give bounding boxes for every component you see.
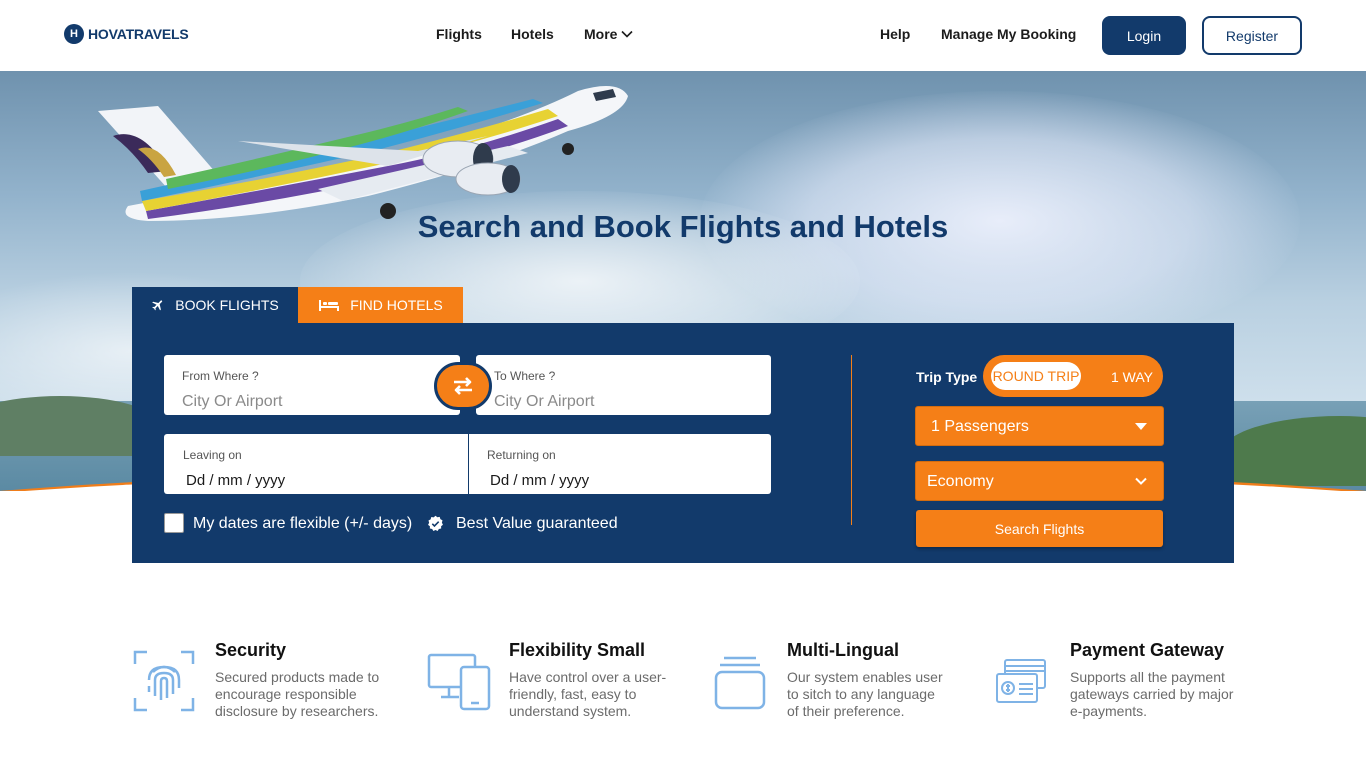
nav-more-label: More (584, 26, 618, 42)
feature-desc-line: Have control over a user- (509, 669, 667, 685)
feature-title: Multi-Lingual (787, 640, 899, 660)
to-where-label: To Where ? (494, 369, 556, 383)
tab-find-hotels[interactable]: FIND HOTELS (298, 287, 463, 323)
airplane-icon (152, 300, 163, 311)
feature-description: Secured products made to encourage respo… (215, 669, 379, 720)
tab-find-hotels-label: FIND HOTELS (350, 297, 443, 313)
cabin-class-select[interactable]: Economy (915, 461, 1164, 501)
flexible-dates-label: My dates are flexible (+/- days) (193, 515, 413, 532)
hero-title: Search and Book Flights and Hotels (417, 209, 949, 244)
feature-desc-line: e-payments. (1070, 703, 1148, 719)
feature-desc-line: encourage responsible (215, 686, 357, 702)
feature-multilingual: Multi-Lingual Our system enables user to… (787, 640, 943, 720)
flexible-dates-checkbox[interactable] (164, 513, 184, 533)
nav-help-link[interactable]: Help (880, 26, 910, 42)
passengers-value: 1 Passengers (931, 418, 1029, 435)
to-where-input[interactable]: City Or Airport (494, 393, 594, 411)
nav-flights-link[interactable]: Flights (436, 26, 482, 42)
leaving-on-input[interactable]: Dd / mm / yyyy (186, 472, 285, 489)
to-where-field[interactable]: To Where ? City Or Airport (476, 355, 771, 415)
feature-desc-line: friendly, fast, easy to (509, 686, 637, 702)
round-trip-option[interactable]: ROUND TRIP (991, 362, 1081, 390)
brand-logo[interactable]: H HOVATRAVELS (64, 24, 189, 44)
top-navbar: H HOVATRAVELS Flights Hotels More Help M… (0, 0, 1366, 71)
feature-payment-gateway: Payment Gateway Supports all the payment… (1070, 640, 1233, 720)
chevron-down-icon (1135, 477, 1147, 485)
feature-title: Flexibility Small (509, 640, 646, 660)
trip-type-label: Trip Type (916, 369, 978, 385)
feature-desc-line: understand system. (509, 703, 632, 719)
returning-on-label: Returning on (487, 448, 556, 462)
swap-locations-button[interactable] (434, 362, 492, 410)
cabin-class-value: Economy (927, 473, 994, 490)
panel-divider (851, 355, 852, 525)
nav-hotels-link[interactable]: Hotels (511, 26, 554, 42)
bed-icon (319, 300, 340, 311)
feature-description: Our system enables user to sitch to any … (787, 669, 943, 720)
caret-down-icon (1135, 423, 1147, 430)
fingerprint-icon (133, 650, 195, 712)
feature-description: Supports all the payment gateways carrie… (1070, 669, 1233, 720)
trip-type-toggle[interactable]: ROUND TRIP 1 WAY (983, 355, 1163, 397)
returning-on-input[interactable]: Dd / mm / yyyy (490, 472, 589, 489)
devices-icon (427, 653, 491, 711)
tab-book-flights-label: BOOK FLIGHTS (175, 297, 279, 313)
feature-description: Have control over a user- friendly, fast… (509, 669, 666, 720)
leaving-on-field[interactable]: Leaving on Dd / mm / yyyy (164, 434, 468, 494)
returning-on-field[interactable]: Returning on Dd / mm / yyyy (469, 434, 771, 494)
feature-desc-line: Secured products made to (215, 669, 380, 685)
stack-icon (714, 656, 766, 710)
from-where-label: From Where ? (182, 369, 259, 383)
search-flights-button[interactable]: Search Flights (916, 510, 1163, 547)
airplane-image (98, 86, 628, 221)
feature-title: Payment Gateway (1070, 640, 1225, 660)
logo-mark-icon: H (64, 24, 84, 44)
swap-arrows-icon (454, 377, 472, 395)
from-where-input[interactable]: City Or Airport (182, 393, 282, 411)
tab-book-flights[interactable]: BOOK FLIGHTS (132, 287, 298, 323)
feature-desc-line: gateways carried by major (1070, 686, 1234, 702)
best-value-label: Best Value guaranteed (456, 515, 618, 532)
nav-more-dropdown[interactable]: More (584, 26, 634, 42)
feature-desc-line: disclosure by researchers. (215, 703, 379, 719)
one-way-option[interactable]: 1 WAY (1111, 369, 1153, 385)
feature-flexibility: Flexibility Small Have control over a us… (509, 640, 666, 720)
payment-cards-icon (996, 659, 1046, 703)
register-button[interactable]: Register (1202, 16, 1302, 55)
nav-manage-booking-link[interactable]: Manage My Booking (941, 26, 1076, 42)
from-where-field[interactable]: From Where ? City Or Airport (164, 355, 460, 415)
feature-desc-line: Supports all the payment (1070, 669, 1225, 685)
feature-desc-line: Our system enables user (787, 669, 943, 685)
feature-desc-line: to sitch to any language (787, 686, 935, 702)
passengers-select[interactable]: 1 Passengers (915, 406, 1164, 446)
feature-security: Security Secured products made to encour… (215, 640, 379, 720)
verified-badge-icon (428, 515, 443, 532)
feature-title: Security (215, 640, 287, 660)
chevron-down-icon (621, 30, 634, 38)
login-button[interactable]: Login (1102, 16, 1186, 55)
brand-name: HOVATRAVELS (88, 26, 189, 42)
feature-desc-line: of their preference. (787, 703, 905, 719)
leaving-on-label: Leaving on (183, 448, 242, 462)
